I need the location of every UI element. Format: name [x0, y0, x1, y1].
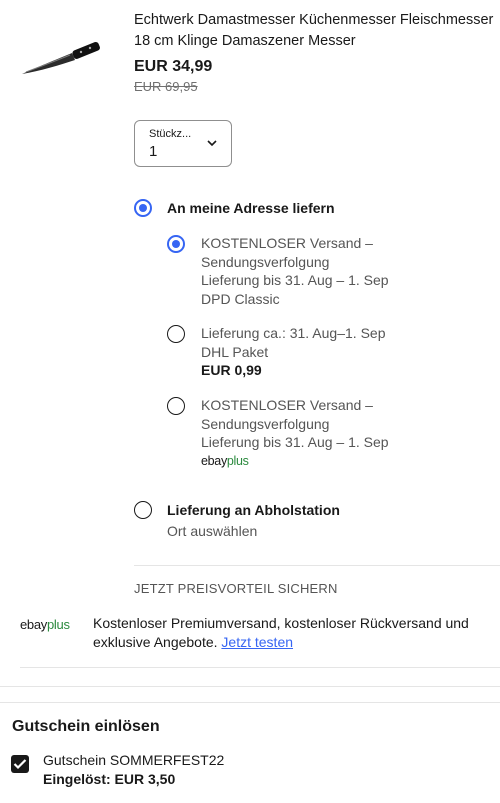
radio-home-delivery[interactable] — [134, 199, 152, 217]
voucher-checkbox[interactable] — [11, 755, 29, 773]
product-summary: Echtwerk Damastmesser Küchenmesser Fleis… — [0, 0, 500, 110]
divider — [0, 686, 500, 687]
divider — [0, 702, 500, 703]
ebay-plus-logo: ebayplus — [201, 453, 249, 468]
shipping-option-text: KOSTENLOSER Versand – — [201, 397, 373, 413]
shipping-option-date: Lieferung bis 31. Aug – 1. Sep — [201, 272, 389, 289]
shipping-option-text: KOSTENLOSER Versand – — [201, 235, 373, 251]
shipping-option-ebayplus: KOSTENLOSER Versand – Sendungsverfolgung… — [201, 396, 491, 470]
product-original-price: EUR 69,95 — [134, 79, 198, 94]
promo-heading: JETZT PREISVORTEIL SICHERN — [134, 581, 338, 596]
voucher-code: Gutschein SOMMERFEST22 — [43, 752, 225, 768]
quantity-value: 1 — [149, 143, 158, 160]
shipping-carrier: DPD Classic — [201, 290, 280, 307]
shipping-price: EUR 0,99 — [201, 362, 262, 379]
chevron-down-icon — [207, 140, 217, 147]
voucher-heading: Gutschein einlösen — [12, 718, 160, 735]
shipping-option-text: Sendungsverfolgung — [201, 253, 330, 270]
home-delivery-label: An meine Adresse liefern — [167, 200, 335, 216]
radio-shipping-ebayplus[interactable] — [167, 397, 185, 415]
shipping-option-dpd: KOSTENLOSER Versand – Sendungsverfolgung… — [201, 234, 491, 308]
shipping-option-dhl: Lieferung ca.: 31. Aug–1. Sep DHL Paket … — [201, 324, 491, 380]
shipping-option-date: Lieferung bis 31. Aug – 1. Sep — [201, 434, 389, 451]
shipping-carrier: DHL Paket — [201, 343, 269, 360]
try-now-link[interactable]: Jetzt testen — [221, 634, 293, 650]
ebay-plus-logo: ebayplus — [20, 617, 70, 632]
radio-shipping-dpd[interactable] — [167, 235, 185, 253]
divider — [20, 667, 500, 668]
checkmark-icon — [13, 759, 27, 770]
radio-shipping-dhl[interactable] — [167, 325, 185, 343]
kitchen-knife-icon — [22, 41, 100, 74]
quantity-label: Stückz... — [149, 128, 192, 140]
shipping-option-text: Sendungsverfolgung — [201, 415, 330, 432]
divider — [134, 565, 500, 566]
quantity-select[interactable]: Stückz... 1 — [134, 120, 232, 167]
shipping-option-date: Lieferung ca.: 31. Aug–1. Sep — [201, 325, 386, 341]
choose-location-link[interactable]: Ort auswählen — [167, 523, 257, 539]
product-price: EUR 34,99 — [134, 58, 213, 75]
pickup-station-label: Lieferung an Abholstation — [167, 502, 340, 518]
product-title[interactable]: Echtwerk Damastmesser Küchenmesser Fleis… — [134, 10, 494, 52]
radio-pickup-station[interactable] — [134, 501, 152, 519]
promo-text: Kostenloser Premiumversand, kostenloser … — [93, 614, 493, 652]
voucher-redeemed-amount: Eingelöst: EUR 3,50 — [43, 771, 176, 787]
